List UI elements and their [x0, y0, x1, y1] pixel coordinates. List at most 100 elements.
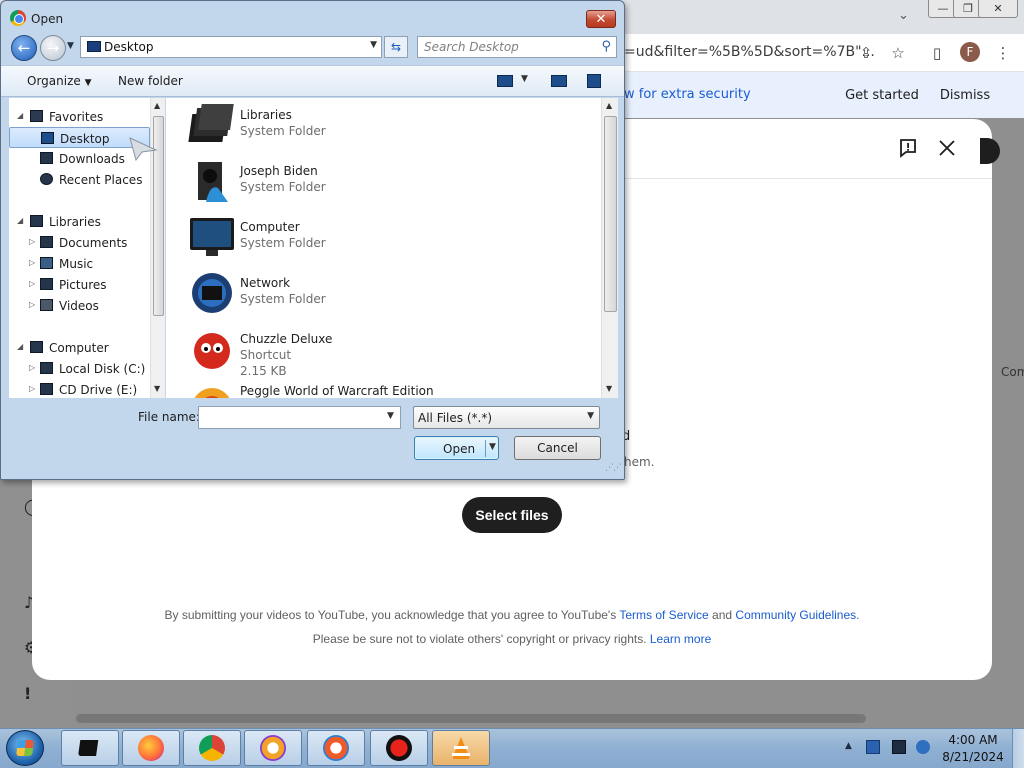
start-button[interactable] — [6, 730, 44, 766]
videos-icon — [40, 299, 53, 311]
forward-button[interactable]: → — [40, 35, 66, 61]
nav-music[interactable]: ▷ Music — [9, 253, 150, 274]
dialog-title-bar[interactable] — [1, 1, 624, 35]
collapse-icon[interactable]: ◢ — [17, 342, 23, 351]
profile-avatar[interactable]: F — [960, 42, 980, 62]
taskbar-recorder-button[interactable] — [370, 730, 428, 766]
window-close-button[interactable]: ✕ — [978, 0, 1018, 18]
clock-time[interactable]: 4:00 AM — [940, 733, 1006, 747]
taskbar-firefox-button[interactable] — [122, 730, 180, 766]
organize-menu[interactable]: Organize ▼ — [27, 74, 92, 88]
expand-icon[interactable]: ▷ — [29, 237, 35, 246]
sidebar-feedback-icon[interactable]: ! — [24, 684, 31, 703]
taskbar-vlc-button[interactable] — [432, 730, 490, 766]
terms-of-service-link[interactable]: Terms of Service — [619, 608, 708, 622]
address-bar[interactable]: Desktop ▼ — [80, 36, 382, 58]
command-bar: Organize ▼ New folder ▼ — [1, 65, 624, 97]
menu-kebab-icon[interactable]: ⋮ — [992, 42, 1014, 64]
list-item[interactable]: Joseph Biden System Folder — [186, 156, 566, 210]
nav-favorites[interactable]: ◢ Favorites — [9, 106, 150, 127]
clock-date[interactable]: 8/21/2024 — [940, 750, 1006, 764]
nav-computer[interactable]: ◢ Computer — [9, 337, 150, 358]
taskbar-security-button[interactable] — [307, 730, 365, 766]
refresh-button[interactable]: ⇆ — [384, 36, 408, 58]
cancel-button[interactable]: Cancel — [514, 436, 601, 460]
list-item[interactable]: Network System Folder — [186, 268, 566, 322]
change-view-icon[interactable] — [497, 75, 513, 87]
file-name-dropdown-icon[interactable]: ▼ — [387, 411, 394, 421]
chrome-icon — [199, 735, 225, 761]
dismiss-button[interactable]: Dismiss — [930, 80, 1000, 110]
list-item[interactable]: Chuzzle Deluxe Shortcut 2.15 KB — [186, 324, 566, 378]
file-list-scrollbar[interactable]: ▲ ▼ — [601, 98, 618, 398]
search-box[interactable]: Search Desktop ⚲ — [417, 36, 617, 58]
libraries-icon — [30, 215, 43, 227]
show-desktop-button[interactable] — [1012, 729, 1024, 768]
taskbar-avast-button[interactable] — [244, 730, 302, 766]
scroll-down-arrow-icon[interactable]: ▼ — [154, 384, 160, 393]
security-banner-text[interactable]: w for extra security — [624, 87, 751, 102]
chevron-down-icon: ▼ — [587, 411, 594, 421]
share-icon[interactable]: ⇪ — [855, 42, 877, 64]
new-folder-button[interactable]: New folder — [118, 74, 183, 88]
collapse-icon[interactable]: ◢ — [17, 111, 23, 120]
expand-icon[interactable]: ▷ — [29, 258, 35, 267]
tab-search-icon[interactable]: ⌄ — [898, 8, 909, 23]
open-button[interactable]: Open ▼ — [414, 436, 499, 460]
select-files-button[interactable]: Select files — [462, 497, 562, 533]
help-icon[interactable] — [587, 74, 601, 88]
resize-grip-icon[interactable]: ⋰⋰ — [605, 463, 622, 473]
view-dropdown-icon[interactable]: ▼ — [521, 74, 528, 84]
learn-more-link[interactable]: Learn more — [650, 632, 711, 646]
file-type: Shortcut — [240, 348, 292, 362]
get-started-button[interactable]: Get started — [842, 80, 922, 110]
back-button[interactable]: ← — [11, 35, 37, 61]
rights-prefix: Please be sure not to violate others' co… — [312, 632, 650, 646]
dialog-close-button[interactable]: ✕ — [586, 10, 616, 28]
file-type-filter[interactable]: All Files (*.*) ▼ — [413, 406, 600, 429]
nav-videos[interactable]: ▷ Videos — [9, 295, 150, 316]
nav-cd-drive[interactable]: ▷ CD Drive (E:) — [9, 379, 150, 400]
antivirus-icon — [323, 735, 349, 761]
horizontal-scrollbar[interactable] — [76, 714, 866, 723]
list-item[interactable]: Libraries System Folder — [186, 100, 566, 154]
nav-local-disk[interactable]: ▷ Local Disk (C:) — [9, 358, 150, 379]
nav-recent-places[interactable]: Recent Places — [9, 169, 150, 190]
expand-icon[interactable]: ▷ — [29, 384, 35, 393]
community-guidelines-link[interactable]: Community Guidelines — [735, 608, 856, 622]
address-bar-url[interactable]: =ud&filter=%5B%5D&sort=%7B"... — [624, 44, 875, 60]
nav-pictures[interactable]: ▷ Pictures — [9, 274, 150, 295]
nav-label: Pictures — [59, 278, 107, 292]
favorites-star-icon — [30, 110, 43, 122]
address-dropdown-icon[interactable]: ▼ — [370, 40, 377, 50]
file-scroll-thumb[interactable] — [604, 116, 617, 312]
file-name-input[interactable] — [198, 406, 401, 429]
tray-volume-icon[interactable] — [916, 740, 930, 754]
expand-icon[interactable]: ▷ — [29, 279, 35, 288]
bookmark-star-icon[interactable]: ☆ — [887, 42, 909, 64]
recent-locations-chevron-icon[interactable]: ▼ — [67, 41, 74, 51]
taskbar-libraries-button[interactable] — [61, 730, 119, 766]
collapse-icon[interactable]: ◢ — [17, 216, 23, 225]
scroll-up-arrow-icon[interactable]: ▲ — [606, 101, 612, 110]
side-panel-icon[interactable]: ▯ — [926, 42, 948, 64]
rights-notice: Please be sure not to violate others' co… — [32, 632, 992, 646]
expand-icon[interactable]: ▷ — [29, 300, 35, 309]
feedback-icon[interactable] — [898, 138, 918, 158]
tray-network-icon[interactable] — [892, 740, 906, 754]
desktop-icon — [41, 132, 54, 144]
list-item[interactable]: Computer System Folder — [186, 212, 566, 266]
scroll-up-arrow-icon[interactable]: ▲ — [154, 101, 160, 110]
preview-pane-icon[interactable] — [551, 75, 567, 87]
list-item[interactable]: Peggle World of Warcraft Edition — [186, 380, 566, 398]
expand-icon[interactable]: ▷ — [29, 363, 35, 372]
open-button-label: Open — [443, 442, 476, 456]
nav-libraries[interactable]: ◢ Libraries — [9, 211, 150, 232]
tray-expand-icon[interactable]: ▲ — [845, 741, 852, 751]
open-options-dropdown-icon[interactable]: ▼ — [489, 442, 496, 452]
close-icon[interactable] — [937, 138, 957, 158]
nav-documents[interactable]: ▷ Documents — [9, 232, 150, 253]
taskbar-chrome-button[interactable] — [183, 730, 241, 766]
tray-security-icon[interactable] — [866, 740, 880, 754]
scroll-down-arrow-icon[interactable]: ▼ — [606, 384, 612, 393]
